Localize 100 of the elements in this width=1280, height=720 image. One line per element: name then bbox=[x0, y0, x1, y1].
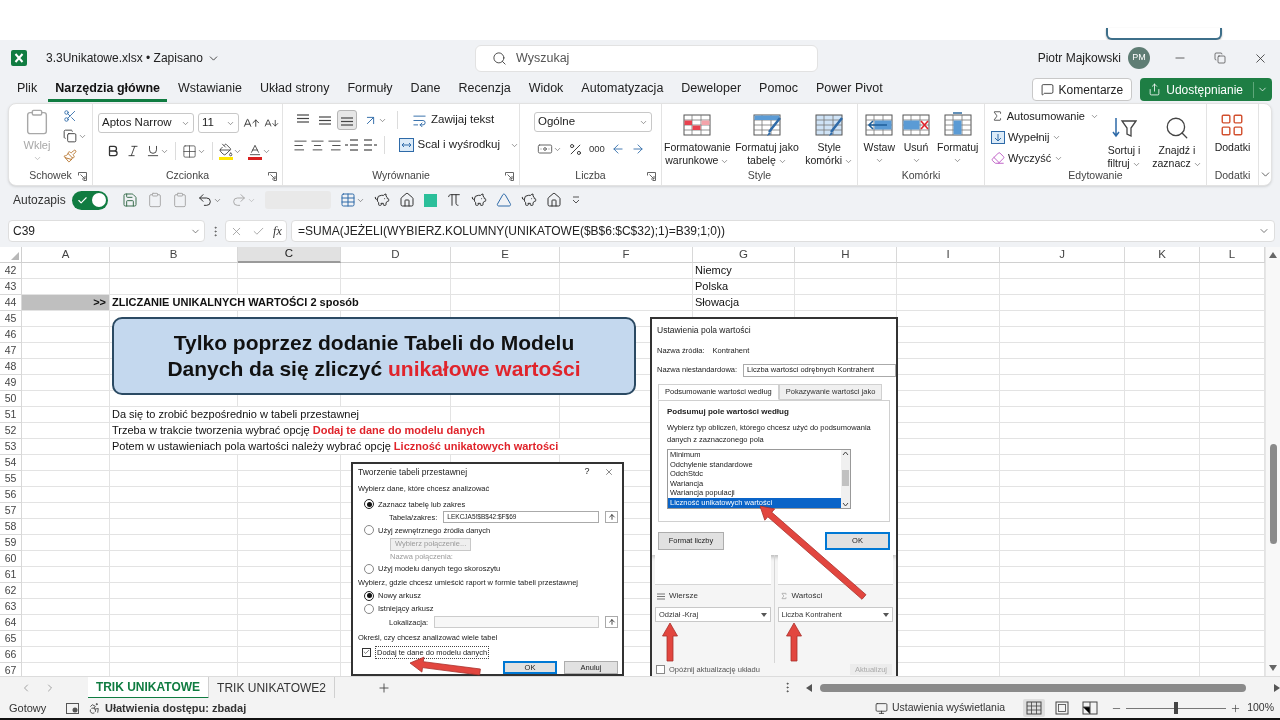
conditional-formatting-button[interactable]: Formatowanie warunkowe bbox=[663, 104, 732, 167]
radio-button[interactable] bbox=[364, 590, 374, 601]
collapse-dialog-button[interactable] bbox=[605, 511, 618, 524]
row-number[interactable]: 57 bbox=[0, 503, 22, 519]
row-number[interactable]: 61 bbox=[0, 567, 22, 583]
radio-button[interactable] bbox=[364, 564, 374, 575]
row-number[interactable]: 50 bbox=[0, 391, 22, 407]
thousands-separator-button[interactable]: 000 bbox=[589, 141, 605, 157]
display-settings-button[interactable]: Ustawienia wyświetlania bbox=[874, 700, 1006, 716]
font-color-icon[interactable] bbox=[248, 142, 262, 160]
dialog-launcher-icon[interactable] bbox=[505, 171, 514, 181]
scroll-thumb[interactable] bbox=[820, 683, 1246, 692]
clear-button[interactable]: Wyczyść bbox=[991, 149, 1099, 167]
row-number[interactable]: 51 bbox=[0, 407, 22, 423]
number-format-select[interactable]: Ogólne bbox=[534, 112, 652, 132]
row-number[interactable]: 60 bbox=[0, 551, 22, 567]
row-number[interactable]: 48 bbox=[0, 359, 22, 375]
row-number[interactable]: 64 bbox=[0, 615, 22, 631]
user-avatar[interactable]: PM bbox=[1128, 47, 1150, 69]
location-field[interactable] bbox=[434, 616, 599, 629]
triangle-icon[interactable] bbox=[495, 192, 512, 208]
radio-button[interactable] bbox=[364, 603, 374, 614]
home-icon[interactable] bbox=[545, 192, 562, 208]
copy-icon[interactable] bbox=[63, 129, 77, 143]
dialog-launcher-icon[interactable] bbox=[647, 171, 656, 181]
dialog-launcher-icon[interactable] bbox=[78, 171, 87, 181]
insert-button[interactable]: Wstaw bbox=[863, 104, 895, 165]
row-number[interactable]: 55 bbox=[0, 471, 22, 487]
align-left-icon[interactable] bbox=[293, 137, 308, 153]
accessibility-button[interactable]: Ułatwienia dostępu: zbadaj bbox=[88, 699, 247, 717]
undo-icon[interactable] bbox=[196, 192, 213, 208]
delete-button[interactable]: Usuń bbox=[902, 104, 930, 165]
underline-icon[interactable] bbox=[146, 144, 160, 158]
collapse-dialog-button[interactable] bbox=[605, 616, 618, 629]
row-number[interactable]: 63 bbox=[0, 599, 22, 615]
row-number[interactable]: 59 bbox=[0, 535, 22, 551]
formula-field[interactable]: =SUMA(JEŻELI(WYBIERZ.KOLUMNY(UNIKATOWE($B$6:$C$32);1)=B39;1;0)) bbox=[291, 220, 1275, 242]
row-number[interactable]: 42 bbox=[0, 263, 22, 279]
add-ins-button[interactable]: Dodatki bbox=[1214, 104, 1251, 154]
format-button[interactable]: Formatuj bbox=[937, 104, 979, 165]
ribbon-tab[interactable]: Pomoc bbox=[752, 77, 805, 102]
ribbon-tab[interactable]: Power Pivot bbox=[809, 77, 890, 102]
row-number[interactable]: 62 bbox=[0, 583, 22, 599]
percent-icon[interactable] bbox=[568, 141, 583, 157]
fill-color-icon[interactable] bbox=[219, 142, 233, 160]
search-field[interactable]: Wyszukaj bbox=[475, 44, 818, 72]
row-number[interactable]: 52 bbox=[0, 423, 22, 439]
zoom-in-icon[interactable] bbox=[1230, 702, 1242, 714]
row-number[interactable]: 58 bbox=[0, 519, 22, 535]
dialog-launcher-icon[interactable] bbox=[268, 171, 277, 181]
ribbon-tab[interactable]: Widok bbox=[521, 77, 571, 102]
list-scrollbar[interactable] bbox=[841, 450, 850, 508]
pi-icon[interactable] bbox=[445, 192, 462, 208]
column-header[interactable]: C bbox=[238, 247, 341, 263]
clipboard-icon[interactable] bbox=[171, 192, 188, 208]
arrow-left-icon[interactable] bbox=[610, 142, 625, 156]
insert-function-button[interactable]: fx bbox=[273, 222, 282, 240]
ribbon-tab[interactable]: Formuły bbox=[340, 77, 400, 102]
piggy-bank-icon[interactable] bbox=[520, 192, 537, 208]
format-as-table-button[interactable]: Formatuj jako tabelę bbox=[732, 104, 802, 167]
align-center-icon[interactable] bbox=[310, 137, 325, 153]
checkbox[interactable] bbox=[362, 647, 371, 657]
row-number[interactable]: 65 bbox=[0, 631, 22, 647]
scroll-thumb[interactable] bbox=[1269, 444, 1277, 544]
checkbox[interactable] bbox=[656, 665, 665, 674]
fill-button[interactable]: Wypełnij bbox=[991, 128, 1099, 146]
home-icon[interactable] bbox=[398, 192, 415, 208]
row-number[interactable]: 49 bbox=[0, 375, 22, 391]
arrow-right-icon[interactable] bbox=[630, 142, 645, 156]
ribbon-tab[interactable]: Automatyzacja bbox=[574, 77, 671, 102]
share-button[interactable]: Udostępnianie bbox=[1140, 78, 1272, 101]
radio-button[interactable] bbox=[364, 499, 374, 510]
comments-button[interactable]: Komentarze bbox=[1031, 78, 1133, 101]
close-icon[interactable] bbox=[604, 466, 614, 477]
row-number[interactable]: 45 bbox=[0, 311, 22, 327]
find-select-button[interactable]: Znajdź i zaznacz bbox=[1149, 107, 1205, 170]
row-number[interactable]: 56 bbox=[0, 487, 22, 503]
align-right-icon[interactable] bbox=[327, 137, 342, 153]
ribbon-tab[interactable]: Układ strony bbox=[252, 77, 337, 102]
ribbon-tab[interactable]: Deweloper bbox=[674, 77, 749, 102]
paintbrush-icon[interactable] bbox=[63, 149, 77, 163]
triangle-up-icon[interactable] bbox=[1269, 252, 1277, 258]
help-button[interactable]: ? bbox=[578, 465, 596, 479]
triangle-right-icon[interactable] bbox=[1274, 683, 1280, 692]
ribbon-tab[interactable]: Plik bbox=[10, 77, 45, 102]
triangle-left-icon[interactable] bbox=[806, 683, 812, 692]
row-number[interactable]: 44 bbox=[0, 295, 22, 311]
piggy-bank-icon[interactable] bbox=[470, 192, 487, 208]
piggy-bank-icon[interactable] bbox=[373, 192, 390, 208]
ribbon-tab[interactable]: Recenzja bbox=[451, 77, 518, 102]
name-box[interactable]: C39 bbox=[8, 220, 205, 242]
borders-icon[interactable] bbox=[182, 143, 197, 159]
row-number[interactable]: 53 bbox=[0, 439, 22, 455]
ribbon-tab[interactable]: Wstawianie bbox=[171, 77, 249, 102]
row-number[interactable]: 43 bbox=[0, 279, 22, 295]
sheet-tab[interactable]: TRIK UNIKATOWE bbox=[87, 676, 210, 699]
bold-icon[interactable] bbox=[106, 144, 120, 158]
zoom-slider[interactable] bbox=[1126, 702, 1227, 714]
font-family-select[interactable]: Aptos Narrow bbox=[98, 113, 194, 133]
autosave-toggle[interactable] bbox=[71, 190, 108, 210]
